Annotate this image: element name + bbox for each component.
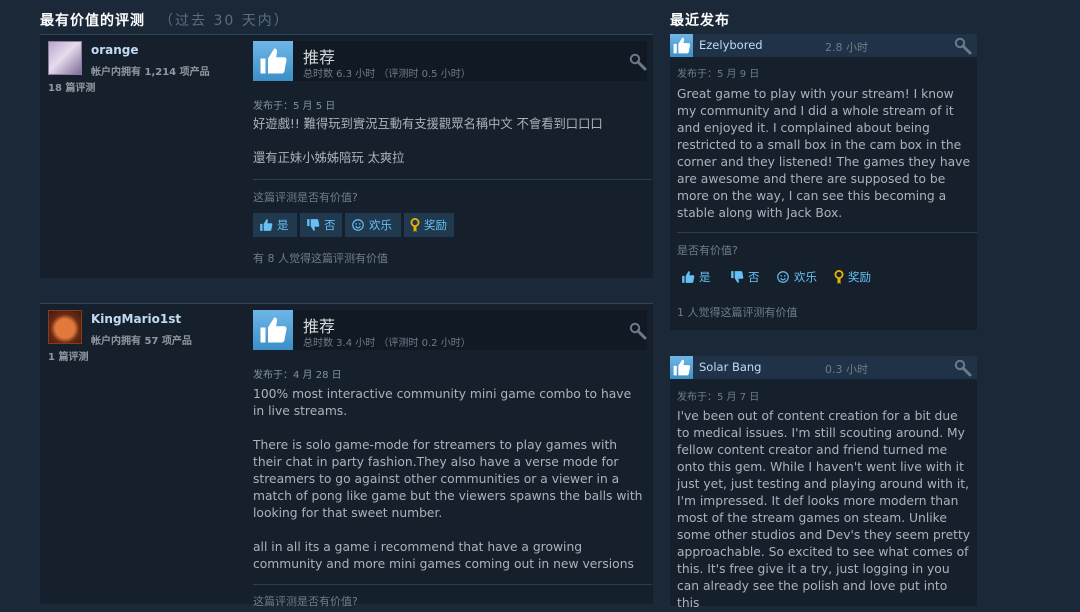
smiley-icon — [352, 219, 364, 231]
award-icon — [834, 269, 844, 284]
vote-no-button[interactable]: 否 — [730, 266, 760, 288]
most-helpful-header: 最有价值的评测 （过去 30 天内） — [40, 10, 290, 30]
thumbs-down-icon — [731, 271, 744, 283]
author-name[interactable]: orange — [91, 43, 139, 57]
review-content: I've been out of content creation for a … — [677, 409, 971, 610]
review-card: KingMario1st 帐户内拥有 57 项产品 1 篇评测 推荐 总时数 3… — [40, 303, 653, 608]
divider — [677, 232, 977, 233]
vote-yes-label: 是 — [699, 270, 711, 284]
thumbs-down-icon — [307, 219, 320, 231]
helpful-question: 是否有价值? — [677, 244, 738, 257]
vote-yes-button[interactable]: 是 — [253, 213, 297, 237]
review-posted-date: 发布于：5 月 9 日 — [677, 69, 760, 80]
review-posted-date: 发布于：5 月 5 日 — [253, 101, 336, 112]
avatar[interactable] — [48, 310, 82, 344]
award-button[interactable]: 奖励 — [834, 266, 871, 288]
review-paragraph: 還有正妹小姊姊陪玩 太爽拉 — [253, 151, 405, 165]
divider — [253, 584, 652, 585]
award-label: 奖励 — [848, 270, 871, 284]
review-posted-date: 发布于：4 月 28 日 — [253, 370, 342, 381]
info-icon[interactable] — [629, 53, 647, 71]
recent-reviews-title: 最近发布 — [670, 13, 730, 29]
award-label: 奖励 — [424, 218, 447, 232]
award-button[interactable]: 奖励 — [404, 213, 454, 237]
most-helpful-subtitle: （过去 30 天内） — [159, 13, 290, 29]
author-products-owned: 帐户内拥有 57 项产品 — [91, 336, 192, 347]
review-content: Great game to play with your stream! I k… — [677, 87, 971, 220]
found-helpful-count: 1 人觉得这篇评测有价值 — [677, 306, 798, 319]
most-helpful-title: 最有价值的评测 — [40, 13, 145, 29]
review-paragraph: There is solo game-mode for streamers to… — [253, 438, 643, 520]
author-review-count[interactable]: 18 篇评测 — [48, 79, 95, 94]
helpful-question: 这篇评测是否有价值? — [253, 191, 358, 204]
review-playtime: 2.8 小时 — [825, 41, 868, 54]
vote-funny-label: 欢乐 — [369, 218, 392, 232]
review-paragraph: all in all its a game i recommend that h… — [253, 540, 634, 571]
author-name[interactable]: Solar Bang — [699, 360, 762, 374]
vote-yes-label: 是 — [277, 218, 289, 232]
review-playtime: 0.3 小时 — [825, 363, 868, 376]
vote-funny-label: 欢乐 — [794, 270, 817, 284]
award-icon — [410, 217, 420, 232]
review-verdict-header[interactable]: 推荐 总时数 3.4 小时 （评测时 0.2 小时） — [253, 310, 647, 350]
author-review-count[interactable]: 1 篇评测 — [48, 348, 88, 363]
vote-funny-button[interactable]: 欢乐 — [776, 266, 817, 288]
avatar[interactable] — [48, 41, 82, 75]
info-icon[interactable] — [954, 359, 972, 377]
vote-yes-button[interactable]: 是 — [681, 266, 711, 288]
vote-funny-button[interactable]: 欢乐 — [345, 213, 401, 237]
thumbs-up-icon — [670, 356, 693, 379]
review-playtime: 总时数 3.4 小时 （评测时 0.2 小时） — [303, 338, 471, 349]
smiley-icon — [777, 271, 789, 283]
vote-no-button[interactable]: 否 — [300, 213, 342, 237]
review-card: orange 帐户内拥有 1,214 项产品 18 篇评测 推荐 总时数 6.3… — [40, 34, 653, 278]
thumbs-up-icon — [260, 219, 273, 231]
vote-no-label: 否 — [324, 218, 336, 232]
review-paragraph: 好遊戲!! 難得玩到實況互動有支援觀眾名稱中文 不會看到口口口 — [253, 117, 603, 131]
helpful-question: 这篇评测是否有价值? — [253, 595, 358, 608]
review-content: 好遊戲!! 難得玩到實況互動有支援觀眾名稱中文 不會看到口口口 還有正妹小姊姊陪… — [253, 116, 643, 184]
thumbs-up-icon — [253, 41, 293, 81]
author-name[interactable]: KingMario1st — [91, 312, 181, 326]
review-paragraph: 100% most interactive community mini gam… — [253, 387, 632, 418]
author-name[interactable]: Ezelybored — [699, 38, 763, 52]
info-icon[interactable] — [954, 37, 972, 55]
found-helpful-count: 有 8 人觉得这篇评测有价值 — [253, 252, 388, 265]
thumbs-up-icon — [670, 34, 693, 57]
review-posted-date: 发布于：5 月 7 日 — [677, 392, 760, 403]
thumbs-up-icon — [682, 271, 695, 283]
recent-review-header[interactable]: Ezelybored 2.8 小时 — [670, 34, 977, 57]
review-content: 100% most interactive community mini gam… — [253, 386, 643, 590]
review-verdict-header[interactable]: 推荐 总时数 6.3 小时 （评测时 0.5 小时） — [253, 41, 647, 81]
thumbs-up-icon — [253, 310, 293, 350]
divider — [253, 179, 652, 180]
recent-review-header[interactable]: Solar Bang 0.3 小时 — [670, 356, 977, 379]
info-icon[interactable] — [629, 322, 647, 340]
review-playtime: 总时数 6.3 小时 （评测时 0.5 小时） — [303, 69, 471, 80]
recent-review-card: Ezelybored 2.8 小时 发布于：5 月 9 日 Great game… — [670, 34, 977, 330]
author-products-owned: 帐户内拥有 1,214 项产品 — [91, 67, 210, 78]
recent-review-card: Solar Bang 0.3 小时 发布于：5 月 7 日 I've been … — [670, 356, 977, 610]
vote-no-label: 否 — [748, 270, 760, 284]
